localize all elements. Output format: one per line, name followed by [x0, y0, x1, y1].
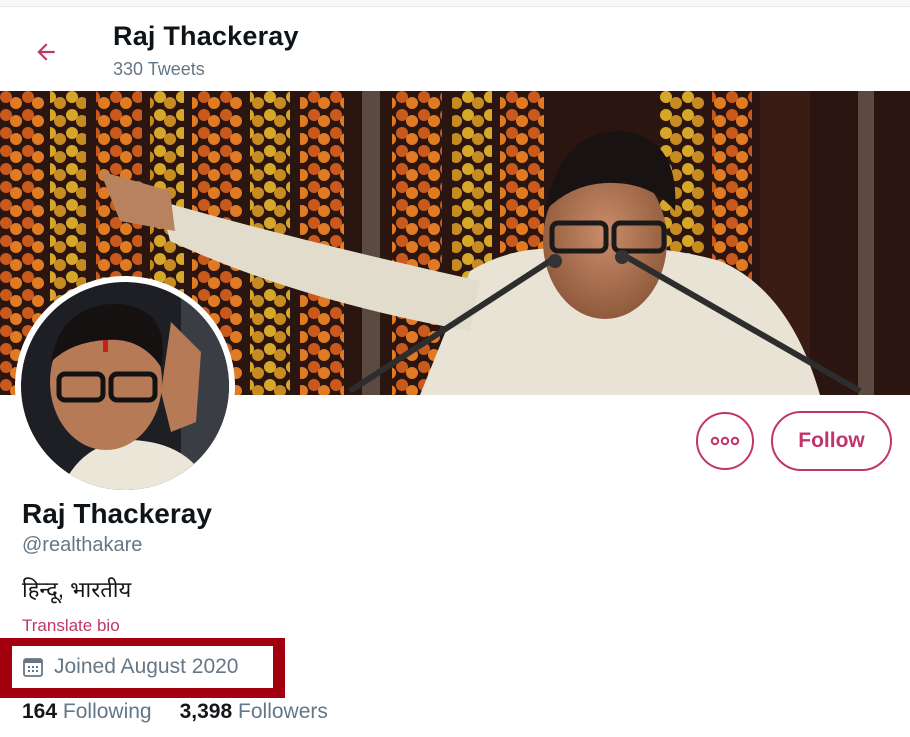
following-label: Following [62, 700, 152, 723]
profile-header: Raj Thackeray 330 Tweets [0, 7, 910, 91]
profile-name: Raj Thackeray [22, 498, 212, 529]
joined-date: Joined August 2020 [54, 655, 239, 678]
back-button[interactable] [26, 32, 66, 72]
calendar-icon [22, 656, 44, 678]
following-count: 164 [22, 700, 58, 723]
more-options-button[interactable] [696, 412, 754, 470]
follow-button[interactable]: Follow [771, 411, 892, 471]
tweet-count: 330 Tweets [113, 59, 205, 79]
followers-link[interactable]: 3,398 Followers [180, 700, 328, 724]
more-options-icon [710, 436, 740, 446]
joined-date-row: Joined August 2020 [12, 646, 273, 688]
profile-handle: @realthakare [22, 534, 143, 556]
followers-label: Followers [238, 700, 328, 723]
header-title: Raj Thackeray [113, 21, 299, 51]
browser-edge [0, 0, 910, 7]
following-link[interactable]: 164 Following [22, 700, 152, 724]
avatar-image [21, 282, 229, 490]
profile-bio: हिन्दू, भारतीय [22, 577, 132, 602]
back-arrow-icon [37, 43, 55, 61]
followers-count: 3,398 [179, 700, 233, 723]
translate-bio-link[interactable]: Translate bio [22, 616, 120, 636]
follow-stats: 164 Following 3,398 Followers [22, 700, 328, 724]
profile-avatar[interactable] [15, 276, 235, 496]
